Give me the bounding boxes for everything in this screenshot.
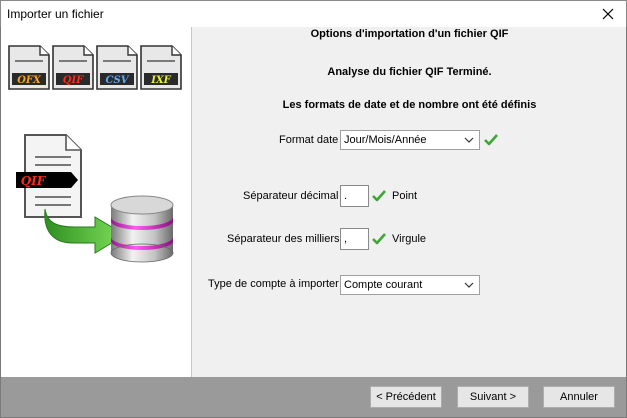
account-type-label: Type de compte à importer	[208, 278, 339, 290]
title-bar: Importer un fichier	[0, 0, 627, 27]
database-icon	[110, 195, 174, 263]
chevron-down-icon	[464, 282, 474, 288]
account-type-select[interactable]: Compte courant	[340, 275, 480, 295]
thousands-separator-label: Séparateur des milliers	[227, 233, 340, 245]
cancel-button[interactable]: Annuler	[543, 386, 615, 408]
format-info: Les formats de date et de nombre ont été…	[282, 99, 537, 111]
date-format-value: Jour/Mois/Année	[344, 134, 427, 146]
previous-button[interactable]: < Précédent	[370, 386, 442, 408]
decimal-separator-description: Point	[392, 190, 418, 202]
decimal-separator-label: Séparateur décimal	[243, 190, 339, 202]
format-label-ofx: OFX	[17, 75, 42, 86]
window-title: Importer un fichier	[7, 7, 104, 21]
illustration-panel: OFX QIF CSV IXF QIF	[1, 27, 191, 377]
analysis-status: Analyse du fichier QIF Terminé.	[327, 66, 492, 78]
checkmark-icon	[484, 134, 498, 146]
chevron-down-icon	[464, 137, 474, 143]
document-icon: QIF	[16, 134, 82, 218]
format-doc-qif: QIF	[52, 45, 94, 90]
format-doc-ixf: IXF	[140, 45, 182, 90]
import-illustration: OFX QIF CSV IXF QIF	[8, 45, 182, 263]
thousands-separator-description: Virgule	[392, 233, 427, 245]
date-format-label: Format date	[279, 134, 339, 146]
format-doc-ofx: OFX	[8, 45, 50, 90]
format-label-qif: QIF	[63, 75, 84, 86]
thousands-separator-input[interactable]: ,	[340, 228, 369, 250]
form-panel: Options d'importation d'un fichier QIF A…	[191, 27, 626, 377]
close-icon[interactable]	[598, 4, 618, 24]
format-doc-csv: CSV	[96, 45, 138, 90]
next-button[interactable]: Suivant >	[457, 386, 529, 408]
account-type-value: Compte courant	[344, 279, 423, 291]
button-bar: < Précédent Suivant > Annuler	[1, 377, 626, 417]
decimal-separator-input[interactable]: .	[340, 185, 369, 207]
format-label-ixf: IXF	[150, 75, 171, 86]
date-format-select[interactable]: Jour/Mois/Année	[340, 130, 480, 150]
checkmark-icon	[372, 190, 386, 202]
source-format-tag: QIF	[21, 174, 47, 188]
checkmark-icon	[372, 233, 386, 245]
format-label-csv: CSV	[106, 75, 130, 86]
page-title: Options d'importation d'un fichier QIF	[310, 28, 509, 40]
